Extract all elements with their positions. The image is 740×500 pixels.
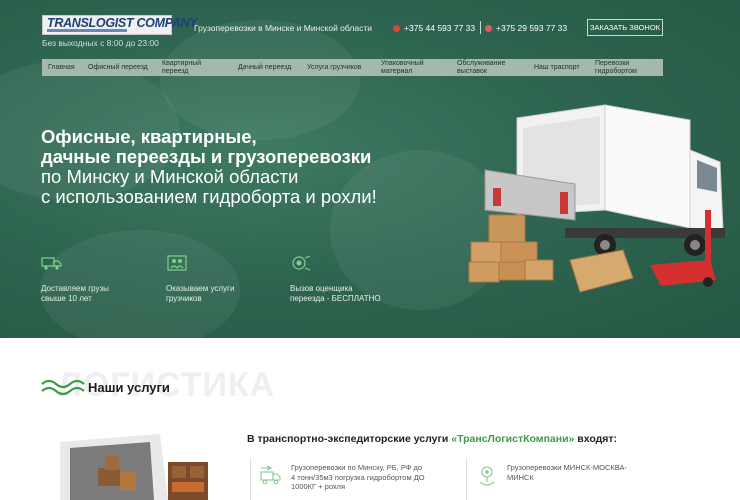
appraiser-icon <box>292 255 311 271</box>
truck-outline-icon <box>260 465 281 485</box>
nav-item-home[interactable]: Главная <box>42 59 82 76</box>
working-hours: Без выходных с 8:00 до 23:00 <box>42 38 159 48</box>
nav-item-apartment-move[interactable]: Квартирный переезд <box>156 59 232 76</box>
company-logo[interactable]: TRANSLOGIST COMPANY <box>42 15 198 35</box>
service-card-route[interactable]: Грузоперевозки МИНСК-МОСКВА- МИНСК <box>466 458 661 500</box>
loaders-icon <box>167 255 187 271</box>
nav-item-packing[interactable]: Упаковочный материал <box>375 59 451 76</box>
nav-item-label: Услуга грузчиков <box>307 63 362 71</box>
nav-item-transport[interactable]: Наш траспорт <box>528 59 589 76</box>
nav-item-movers[interactable]: Услуга грузчиков <box>301 59 375 76</box>
nav-item-label: Упаковочный материал <box>381 60 424 75</box>
nav-item-label: Дачный переезд <box>238 63 292 71</box>
hero-heading-line-1: Офисные, квартирные, <box>41 126 257 147</box>
hero-heading-line-2: дачные переезды и грузоперевозки <box>41 146 372 167</box>
services-title: Наши услуги <box>88 380 170 395</box>
wave-decoration-icon <box>41 379 85 396</box>
truck-with-boxes-illustration <box>468 104 725 293</box>
phone-number-1[interactable]: +375 44 593 77 33 <box>393 23 475 33</box>
main-navigation: Главная Офисный переезд Квартирный перее… <box>42 59 663 76</box>
service-card-cargo-text: Грузоперевозки по Минску, РБ, РФ до 4 то… <box>291 463 425 491</box>
nav-item-office-move[interactable]: Офисный переезд <box>82 59 156 76</box>
phone-divider <box>480 21 481 34</box>
phone-number-2[interactable]: +375 29 593 77 33 <box>485 23 567 33</box>
phone-icon <box>393 24 400 32</box>
nav-item-label: Перевозки гидробортом <box>595 60 637 75</box>
nav-item-exhibitions[interactable]: Обслуживание выставок <box>451 59 528 76</box>
services-intro: В транспортно-экспедиторские услуги «Тра… <box>247 433 617 445</box>
services-intro-prefix: В транспортно-экспедиторские услуги <box>247 433 452 445</box>
nav-item-label: Квартирный переезд <box>162 60 202 75</box>
feature-experience: Доставляем грузы свыше 10 лет <box>41 255 151 304</box>
feature-experience-text: Доставляем грузы свыше 10 лет <box>41 284 109 303</box>
nav-item-label: Обслуживание выставок <box>457 60 506 75</box>
world-map-shape <box>160 20 360 140</box>
nav-item-tail-lift[interactable]: Перевозки гидробортом <box>589 59 663 76</box>
logo-text: TRANSLOGIST COMPANY <box>47 16 198 30</box>
hero-heading: Офисные, квартирные, дачные переезды и г… <box>41 127 377 207</box>
hero-heading-line-3: по Минску и Минской области <box>41 166 299 187</box>
service-card-route-text: Грузоперевозки МИНСК-МОСКВА- МИНСК <box>507 463 628 482</box>
truck-icon <box>41 257 62 270</box>
nav-item-label: Наш траспорт <box>534 63 580 71</box>
feature-movers: Оказываем услуги грузчиков <box>166 255 276 304</box>
order-call-button[interactable]: ЗАКАЗАТЬ ЗВОНОК <box>587 19 663 36</box>
moving-truck-photo <box>60 434 208 500</box>
services-intro-company[interactable]: «ТрансЛогистКомпани» <box>451 433 574 445</box>
nav-item-label: Офисный переезд <box>88 63 148 71</box>
feature-appraiser-text: Вызов оценщика переезда - БЕСПЛАТНО <box>290 284 381 303</box>
nav-item-dacha-move[interactable]: Дачный переезд <box>232 59 301 76</box>
services-intro-suffix: входят: <box>574 433 618 445</box>
header-tagline: Грузоперевозки в Минске и Минской област… <box>194 23 372 33</box>
feature-movers-text: Оказываем услуги грузчиков <box>166 284 235 303</box>
phone-2-text: +375 29 593 77 33 <box>496 23 568 33</box>
nav-item-label: Главная <box>48 63 75 71</box>
logo-underline <box>47 29 127 32</box>
map-pin-icon <box>479 466 495 486</box>
hero-heading-line-4: с использованием гидроборта и рохли! <box>41 186 377 207</box>
mobile-icon <box>485 24 492 32</box>
phone-1-text: +375 44 593 77 33 <box>404 23 476 33</box>
feature-appraiser: Вызов оценщика переезда - БЕСПЛАТНО <box>290 255 400 304</box>
service-card-cargo[interactable]: Грузоперевозки по Минску, РБ, РФ до 4 то… <box>250 458 445 500</box>
hero-section: TRANSLOGIST COMPANY Без выходных с 8:00 … <box>0 0 740 338</box>
